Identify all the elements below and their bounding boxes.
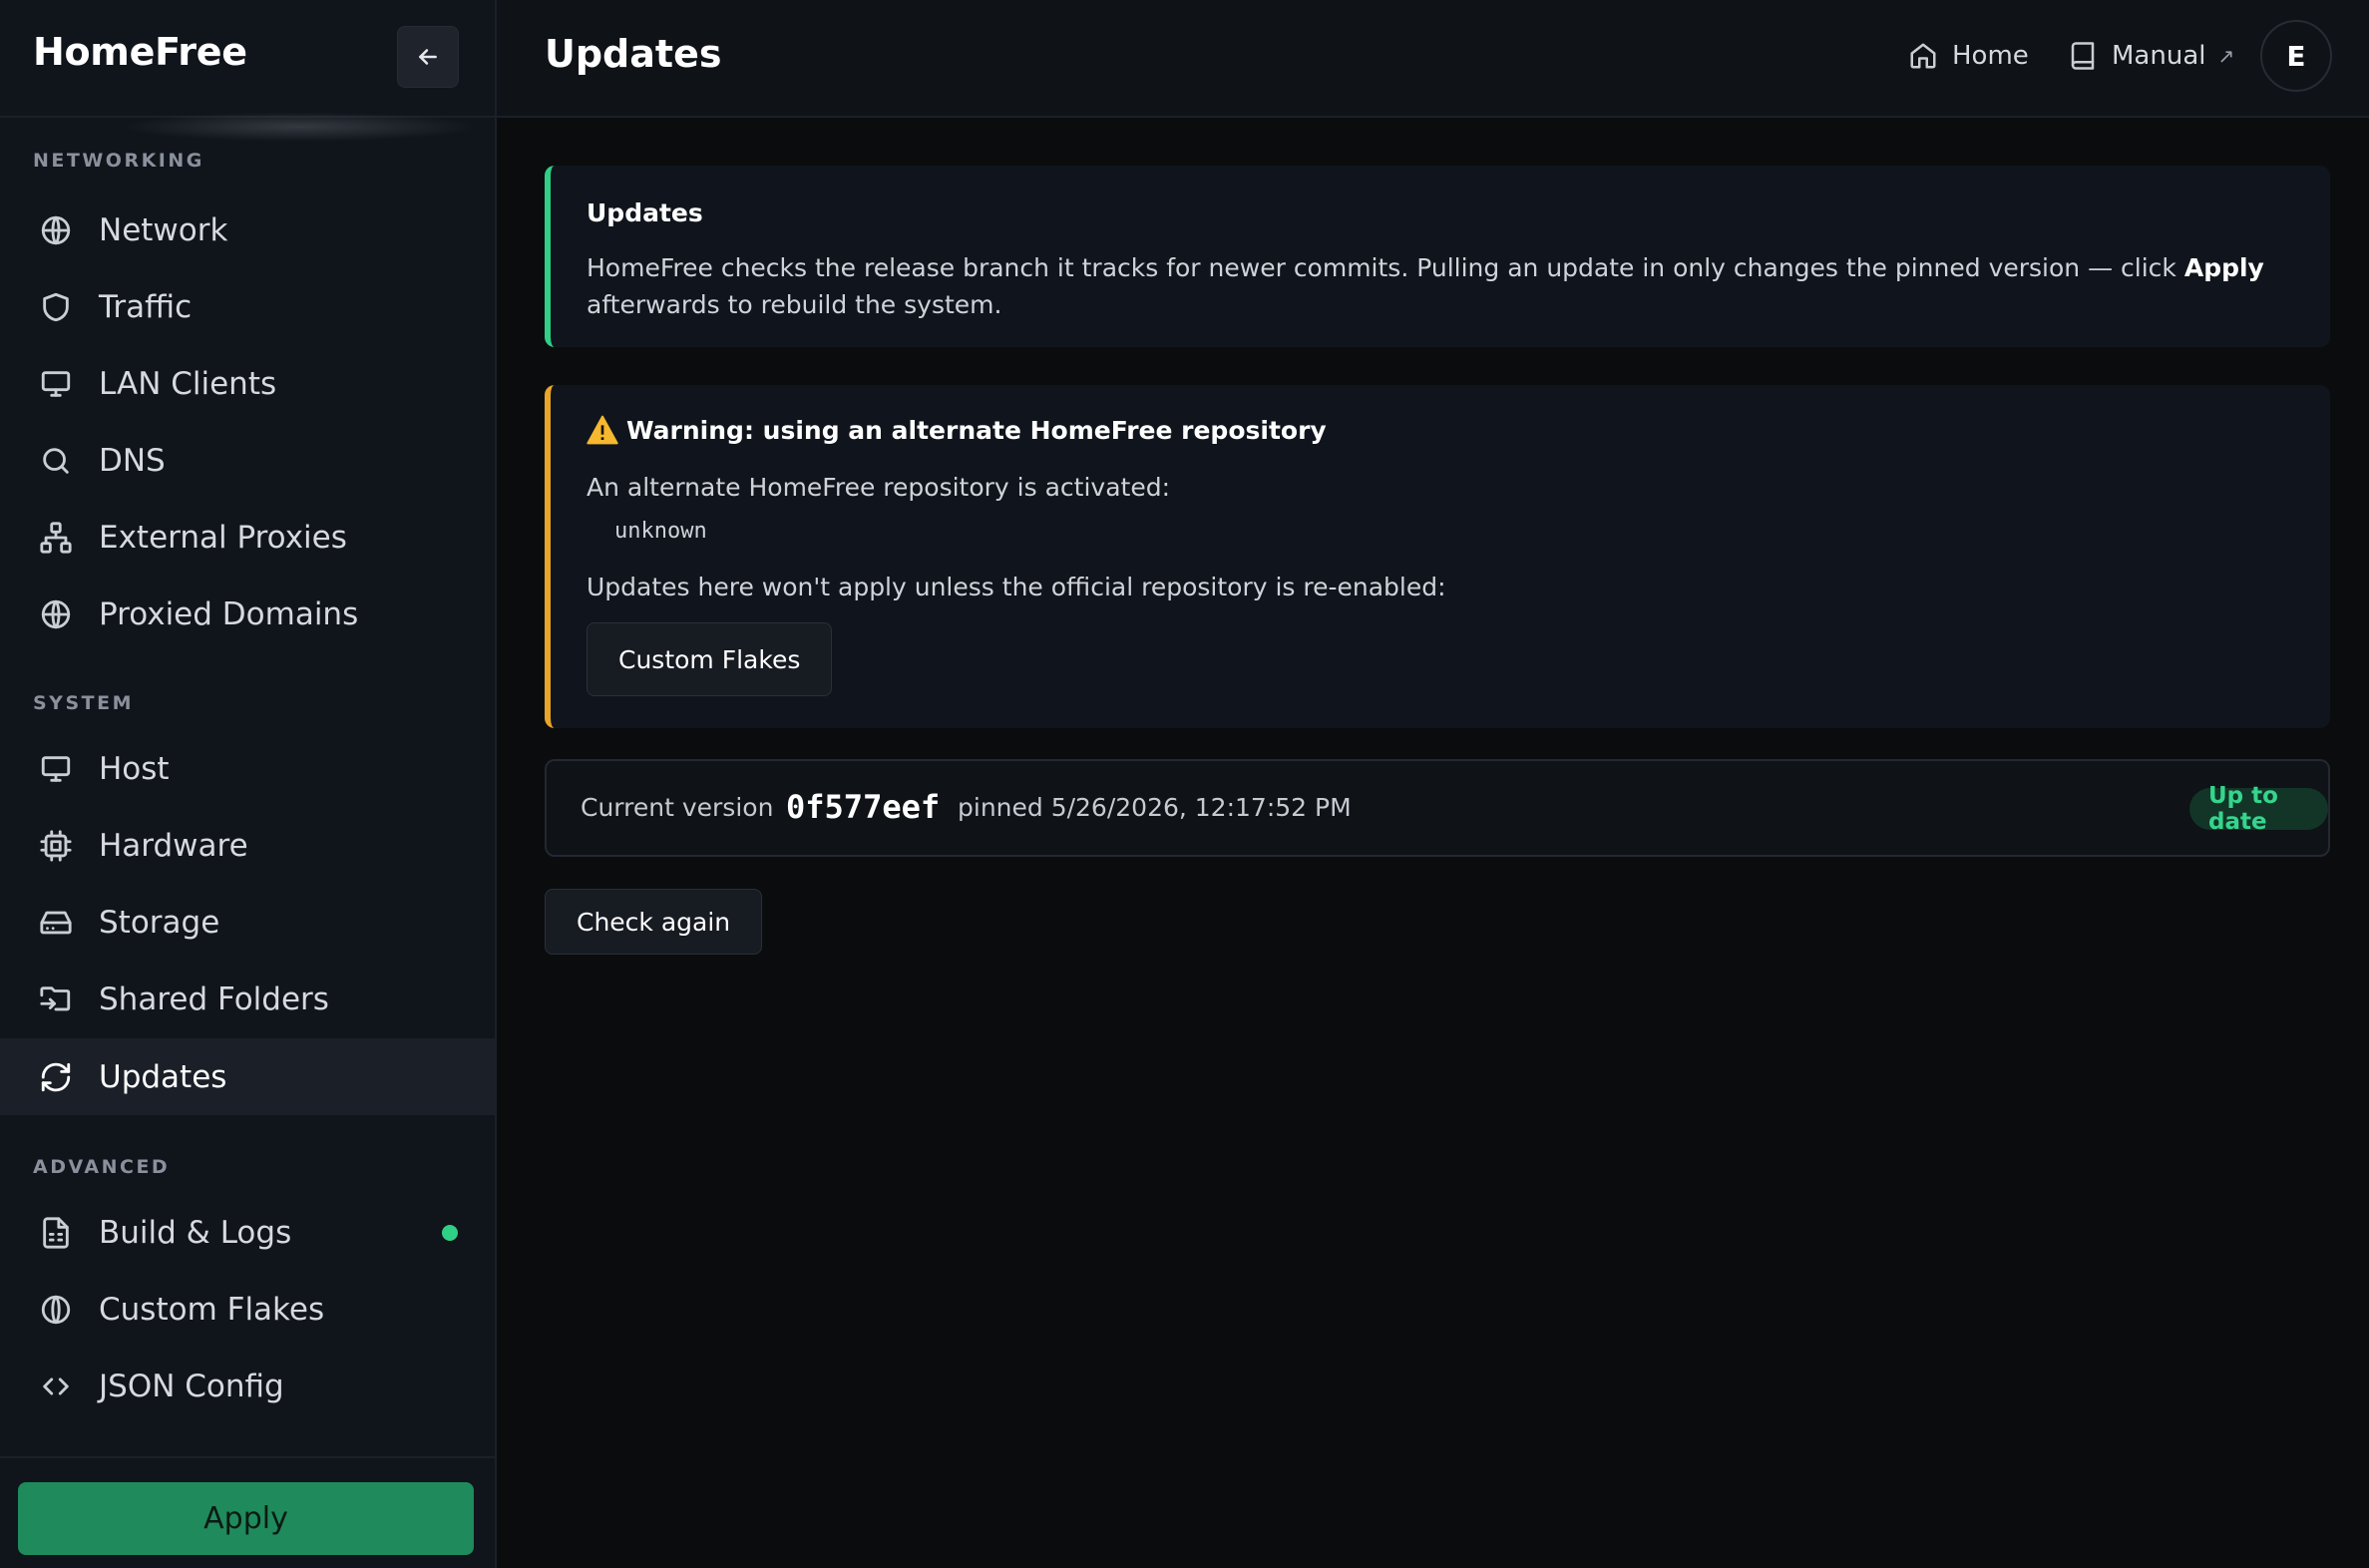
shield-icon xyxy=(38,289,74,325)
sidebar-item-shared-folders[interactable]: Shared Folders xyxy=(0,961,495,1037)
globe-icon xyxy=(38,596,74,632)
pinned-timestamp: pinned 5/26/2026, 12:17:52 PM xyxy=(958,793,1352,822)
warning-icon xyxy=(587,415,618,445)
sidebar-item-custom-flakes[interactable]: Custom Flakes xyxy=(0,1271,495,1348)
user-avatar[interactable]: E xyxy=(2260,20,2332,92)
sidebar-item-lan-clients[interactable]: LAN Clients xyxy=(0,345,495,422)
sidebar-item-label: Custom Flakes xyxy=(99,1291,325,1328)
sidebar-item-label: Build & Logs xyxy=(99,1214,292,1251)
globe-icon xyxy=(38,212,74,248)
collapse-sidebar-button[interactable] xyxy=(397,26,459,88)
code-icon xyxy=(38,1369,74,1404)
sidebar: HomeFree NETWORKING Network Traffic LAN … xyxy=(0,0,497,1568)
alternate-repo-warning-card: Warning: using an alternate HomeFree rep… xyxy=(545,385,2330,728)
alternate-repo-value: unknown xyxy=(614,519,707,544)
refresh-icon xyxy=(38,1059,74,1095)
home-link-label: Home xyxy=(1952,41,2029,71)
apply-button[interactable]: Apply xyxy=(18,1482,474,1555)
current-version-card: Current version 0f577eef pinned 5/26/202… xyxy=(545,759,2330,857)
network-icon xyxy=(38,520,74,556)
sidebar-item-label: Hardware xyxy=(99,827,248,864)
sidebar-item-label: Updates xyxy=(99,1058,227,1095)
brand-name: HomeFree xyxy=(33,30,247,74)
current-version-label: Current version xyxy=(581,793,774,822)
warning-title: Warning: using an alternate HomeFree rep… xyxy=(587,415,1327,445)
arrow-left-icon xyxy=(419,49,437,65)
sidebar-item-label: JSON Config xyxy=(99,1368,284,1404)
check-again-button[interactable]: Check again xyxy=(545,889,763,955)
info-body-prefix: HomeFree checks the release branch it tr… xyxy=(587,253,2184,282)
sidebar-item-proxied-domains[interactable]: Proxied Domains xyxy=(0,576,495,652)
monitor-icon xyxy=(38,751,74,787)
sidebar-item-json-config[interactable]: JSON Config xyxy=(0,1348,495,1424)
info-card-body: HomeFree checks the release branch it tr… xyxy=(587,249,2282,323)
file-text-icon xyxy=(38,1215,74,1251)
info-body-apply: Apply xyxy=(2183,253,2264,282)
section-label-system: SYSTEM xyxy=(33,692,134,714)
app-window: HomeFree NETWORKING Network Traffic LAN … xyxy=(0,0,2369,1568)
sidebar-item-build-logs[interactable]: Build & Logs xyxy=(0,1194,495,1271)
manual-link-label: Manual xyxy=(2112,41,2206,71)
home-icon xyxy=(1910,43,1936,69)
sidebar-item-dns[interactable]: DNS xyxy=(0,422,495,499)
snowflake-icon xyxy=(38,1292,74,1328)
status-dot xyxy=(442,1224,458,1241)
sidebar-item-label: Storage xyxy=(99,904,220,941)
sidebar-item-network[interactable]: Network xyxy=(0,192,495,268)
sidebar-item-label: Shared Folders xyxy=(99,980,329,1017)
sidebar-item-label: External Proxies xyxy=(99,519,347,556)
sidebar-item-label: Host xyxy=(99,750,170,787)
sidebar-item-updates[interactable]: Updates xyxy=(0,1038,495,1115)
home-link[interactable]: Home xyxy=(1908,36,2029,76)
sidebar-item-label: DNS xyxy=(99,442,166,479)
monitor-icon xyxy=(38,366,74,402)
section-label-advanced: ADVANCED xyxy=(33,1156,171,1178)
sidebar-footer: Apply xyxy=(0,1456,495,1568)
warning-line-1: An alternate HomeFree repository is acti… xyxy=(587,473,1170,502)
sidebar-item-hardware[interactable]: Hardware xyxy=(0,807,495,884)
info-body-suffix: afterwards to rebuild the system. xyxy=(587,290,1002,319)
book-icon xyxy=(2071,42,2095,70)
sidebar-item-host[interactable]: Host xyxy=(0,730,495,807)
sidebar-item-external-proxies[interactable]: External Proxies xyxy=(0,499,495,576)
info-card-title: Updates xyxy=(587,198,703,227)
sidebar-item-label: Proxied Domains xyxy=(99,595,359,632)
cpu-icon xyxy=(38,828,74,864)
sidebar-item-label: Network xyxy=(99,211,228,248)
warning-line-2: Updates here won't apply unless the offi… xyxy=(587,573,1446,601)
sidebar-item-label: Traffic xyxy=(99,288,193,325)
external-link-icon: ↗ xyxy=(2217,44,2235,68)
custom-flakes-button[interactable]: Custom Flakes xyxy=(587,622,833,696)
sidebar-item-traffic[interactable]: Traffic xyxy=(0,268,495,345)
search-icon xyxy=(38,443,74,479)
top-header: Updates Home Manual ↗ E xyxy=(497,0,2369,118)
main-content: Updates HomeFree checks the release bran… xyxy=(497,120,2369,1568)
brand-bar: HomeFree xyxy=(0,0,495,118)
sidebar-item-storage[interactable]: Storage xyxy=(0,884,495,961)
manual-link[interactable]: Manual ↗ xyxy=(2068,36,2234,76)
version-hash: 0f577eef xyxy=(786,788,941,826)
folder-input-icon xyxy=(38,981,74,1017)
updates-info-card: Updates HomeFree checks the release bran… xyxy=(545,166,2330,347)
page-title: Updates xyxy=(545,32,722,76)
section-label-networking: NETWORKING xyxy=(33,150,204,172)
hard-drive-icon xyxy=(38,905,74,941)
warning-title-text: Warning: using an alternate HomeFree rep… xyxy=(626,415,1327,445)
sidebar-item-label: LAN Clients xyxy=(99,365,277,402)
status-badge: Up to date xyxy=(2189,783,2328,835)
